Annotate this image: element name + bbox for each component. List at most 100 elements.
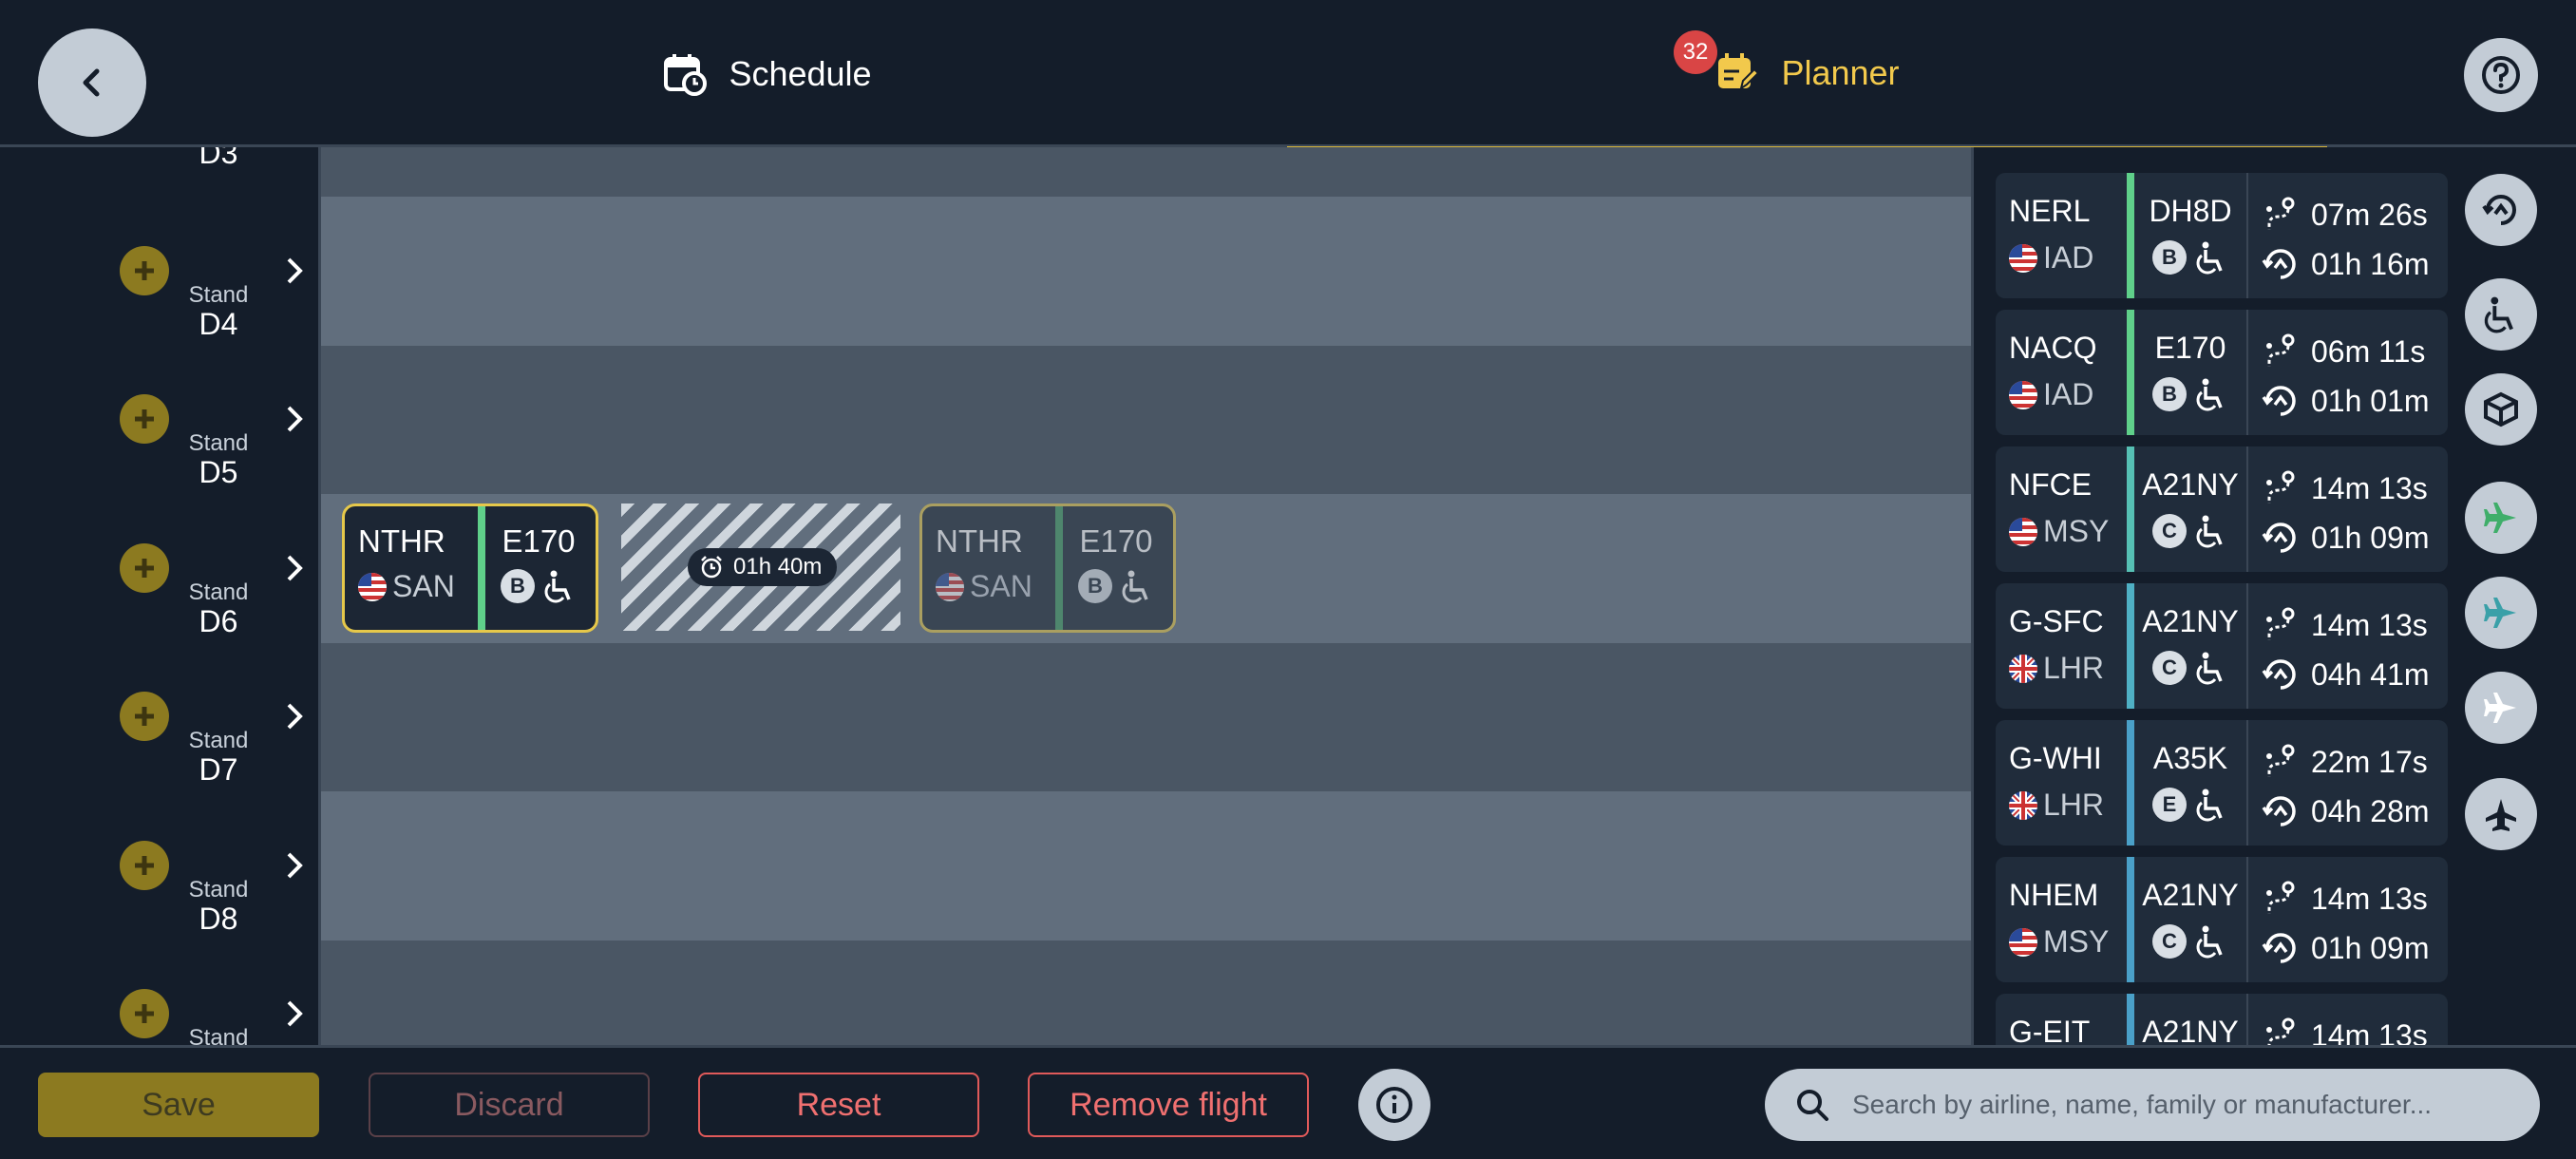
flight-airport: MSY [2043,514,2110,548]
add-plus-icon[interactable] [120,542,169,593]
question-icon [2482,56,2520,94]
taxi-route-icon [2266,744,2295,777]
stand-row-d4[interactable]: Stand D4 [0,199,318,347]
flight-card[interactable]: G-EIT A21NY 14m 13s [1996,994,2448,1045]
category-badge: C [2152,651,2187,685]
flight-card[interactable]: NACQ IAD E170 B 06m 11s 01h 01m [1996,310,2448,435]
stand-caption: Stand [188,1025,249,1045]
calendar-edit-icon [1714,50,1760,96]
us-flag-icon [2009,243,2037,273]
taxi-route-icon [2266,197,2295,230]
plane-white-filter-button[interactable] [2465,672,2537,744]
help-button[interactable] [2464,38,2538,112]
aircraft-type: E170 [1079,523,1153,559]
plane-green-filter-button[interactable] [2465,482,2537,554]
back-button[interactable] [38,28,146,137]
stand-row-d6[interactable]: Stand D6 [0,496,318,644]
status-bar [2127,857,2134,982]
stand-caption: Stand [188,579,249,605]
discard-button[interactable]: Discard [369,1073,650,1137]
tab-planner[interactable]: Planner [1287,0,2327,150]
chevron-right-icon[interactable] [283,404,306,434]
tab-planner-label: Planner [1781,53,1900,92]
category-badge: B [501,569,535,603]
chevron-right-icon[interactable] [283,850,306,881]
chevron-right-icon[interactable] [283,701,306,732]
add-plus-icon[interactable] [120,840,169,890]
plane-teal-filter-button[interactable] [2465,577,2537,649]
turnaround-icon [2262,933,2296,963]
add-plus-icon[interactable] [120,246,169,295]
taxi-time: 14m 13s [2311,1017,2428,1046]
tab-schedule[interactable]: Schedule [247,0,1287,147]
flight-card[interactable]: NHEM MSY A21NY C 14m 13s 01h 09m [1996,857,2448,982]
flight-name: G-WHI [2009,741,2102,775]
flight-airport: SAN [970,569,1032,603]
remove-flight-button[interactable]: Remove flight [1028,1073,1309,1137]
flight-name: G-EIT [2009,1015,2091,1045]
filter-column [2465,147,2576,1045]
stand-code: D8 [199,901,238,936]
us-flag-icon [936,572,964,601]
taxi-time: 22m 17s [2311,744,2428,779]
flight-card[interactable]: NERL IAD DH8D B 07m 26s 01h 16m [1996,173,2448,298]
stand-row-d5[interactable]: Stand D5 [0,347,318,495]
stand-row-d8[interactable]: Stand D8 [0,793,318,941]
chevron-right-icon[interactable] [283,553,306,583]
stand-row-d7[interactable]: Stand D7 [0,644,318,792]
search-icon [1797,1090,1828,1121]
chevron-right-icon[interactable] [283,998,306,1029]
stand-caption: Stand [188,728,249,754]
uk-flag-icon [2009,790,2037,820]
plane-white-icon [2484,693,2516,723]
category-badge: E [2152,788,2187,822]
stand-lane-d9[interactable] [321,940,1971,1045]
aircraft-type: A21NY [2142,604,2239,638]
wheelchair-filter-button[interactable] [2465,278,2537,351]
stand-lane-d5[interactable] [321,346,1971,494]
stand-lane-d8[interactable] [321,791,1971,940]
stand-lane-d4[interactable] [321,197,1971,346]
ghost-flight-card[interactable]: NTHR SAN E170 B [919,504,1176,633]
taxi-route-icon [2266,881,2295,914]
search-input[interactable] [1852,1090,2517,1120]
flight-airport: IAD [2043,377,2094,411]
turnaround-time: 01h 01m [2311,383,2430,418]
search-bar[interactable] [1765,1069,2540,1141]
flight-card[interactable]: G-SFC LHR A21NY C 14m 13s 04h 41m [1996,583,2448,709]
add-plus-icon[interactable] [120,989,169,1038]
flight-name: NHEM [2009,878,2099,912]
stand-code: D4 [199,307,238,341]
wheelchair-icon [1122,570,1148,603]
chevron-right-icon[interactable] [283,256,306,286]
flight-list: NERL IAD DH8D B 07m 26s 01h 16m NACQ IAD E170 B 06… [1971,147,2465,1045]
turnaround-icon [2262,386,2296,416]
stand-row-d9[interactable]: Stand D9 [0,941,318,1045]
cargo-filter-button[interactable] [2465,373,2537,446]
stand-lane-d7[interactable] [321,643,1971,791]
stand-code-partial: D3 [199,147,238,170]
stand-caption: Stand [188,876,249,902]
wheelchair-icon [2196,378,2223,411]
calendar-clock-icon [662,51,708,97]
info-button[interactable] [1358,1069,1430,1141]
wheelchair-icon [2196,515,2223,548]
tab-schedule-label: Schedule [729,53,872,93]
aircraft-type: A21NY [2142,467,2239,502]
flight-card[interactable]: NFCE MSY A21NY C 14m 13s 01h 09m [1996,446,2448,572]
sort-turnaround-button[interactable] [2465,174,2537,246]
placed-flight-card[interactable]: NTHR SAN E170 B [342,504,598,633]
save-button[interactable]: Save [38,1073,319,1137]
us-flag-icon [2009,517,2037,546]
plane-departure-filter-button[interactable] [2465,778,2537,850]
add-plus-icon[interactable] [120,692,169,742]
reset-button[interactable]: Reset [698,1073,979,1137]
taxi-time: 14m 13s [2311,881,2428,916]
taxi-time: 06m 11s [2311,333,2426,369]
add-plus-icon[interactable] [120,394,169,445]
wheelchair-icon [2196,241,2223,275]
flight-airport: IAD [2043,240,2094,275]
flight-name: NTHR [358,523,445,559]
flight-card[interactable]: G-WHI LHR A35K E 22m 17s 04h 28m [1996,720,2448,846]
turnaround-icon [2262,796,2296,826]
